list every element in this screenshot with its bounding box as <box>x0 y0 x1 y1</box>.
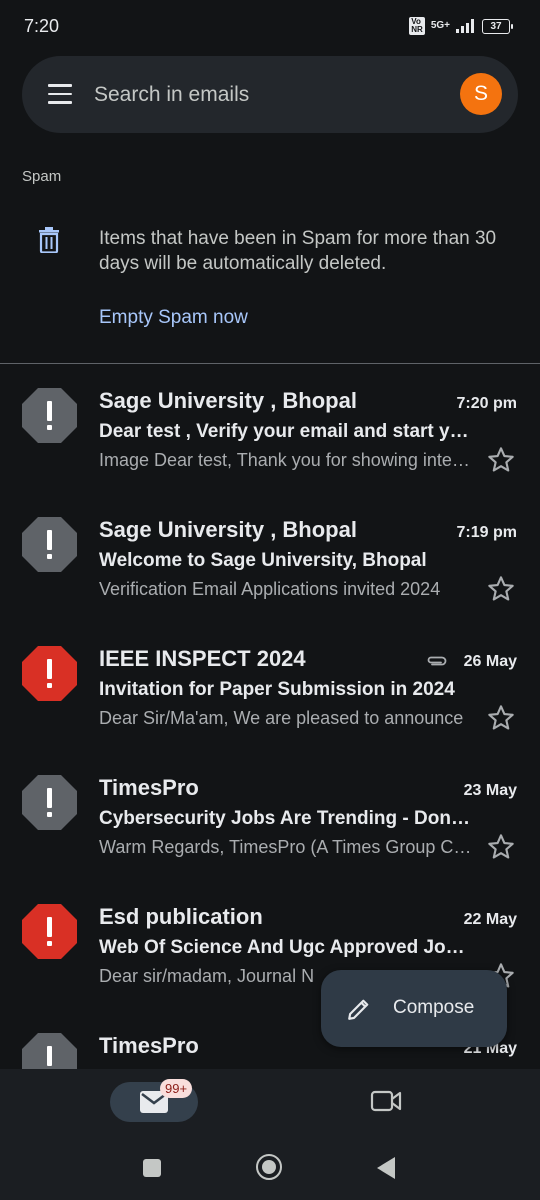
spam-warning-icon <box>22 517 77 572</box>
recents-button[interactable] <box>143 1159 161 1177</box>
email-subject: Invitation for Paper Submission in 2024 <box>99 679 455 700</box>
star-icon[interactable] <box>487 704 515 732</box>
trash-icon <box>39 227 59 253</box>
empty-spam-button[interactable]: Empty Spam now <box>99 307 248 329</box>
signal-icon <box>456 19 474 33</box>
spam-warning-icon <box>22 775 77 830</box>
home-button[interactable] <box>256 1154 282 1180</box>
search-input[interactable]: Search in emails <box>94 83 249 107</box>
spam-notice: Items that have been in Spam for more th… <box>99 228 497 274</box>
email-snippet: Verification Email Applications invited … <box>99 579 441 599</box>
search-bar[interactable]: Search in emails S <box>22 56 518 133</box>
divider <box>0 363 540 364</box>
status-icons: Vo NR 5G+ 37 <box>409 17 513 35</box>
folder-label: Spam <box>22 168 62 185</box>
email-date: 26 May <box>463 653 517 670</box>
email-snippet: Warm Regards, TimesPro (A Times Group Co… <box>99 837 473 857</box>
email-item[interactable]: TimesPro 23 May Cybersecurity Jobs Are T… <box>0 753 540 882</box>
email-subject: Welcome to Sage University, Bhopal <box>99 550 427 571</box>
email-date: 23 May <box>463 782 517 799</box>
spam-danger-icon <box>22 904 77 959</box>
account-avatar[interactable]: S <box>460 73 502 115</box>
star-icon[interactable] <box>487 575 515 603</box>
menu-icon[interactable] <box>48 84 72 104</box>
bottom-navigation: 99+ <box>0 1069 540 1200</box>
email-sender: IEEE INSPECT 2024 <box>99 646 306 671</box>
volte-icon: Vo NR <box>409 17 425 35</box>
email-date: 22 May <box>463 911 517 928</box>
email-item[interactable]: Sage University , Bhopal 7:20 pm Dear te… <box>0 366 540 495</box>
compose-button[interactable]: Compose <box>321 970 507 1047</box>
network-type: 5G+ <box>430 20 450 31</box>
battery-icon: 37 <box>482 18 513 34</box>
spam-danger-icon <box>22 646 77 701</box>
email-sender: Sage University , Bhopal <box>99 388 357 413</box>
pencil-icon <box>348 999 369 1020</box>
email-subject: Cybersecurity Jobs Are Trending - Don't … <box>99 808 473 829</box>
email-sender: Sage University , Bhopal <box>99 517 357 542</box>
email-snippet: Dear Sir/Ma'am, We are pleased to announ… <box>99 708 464 728</box>
star-icon[interactable] <box>487 833 515 861</box>
email-subject: Web Of Science And Ugc Approved Journals <box>99 937 473 958</box>
unread-count-badge: 99+ <box>160 1079 193 1098</box>
email-item[interactable]: IEEE INSPECT 2024 26 May Invitation for … <box>0 624 540 753</box>
email-snippet: Image Dear test, Thank you for showing i… <box>99 450 473 470</box>
email-sender: TimesPro <box>99 1033 199 1058</box>
email-date: 7:20 pm <box>456 395 517 412</box>
email-date: 7:19 pm <box>456 524 517 541</box>
star-icon[interactable] <box>487 446 515 474</box>
attachment-icon <box>427 656 447 666</box>
email-item[interactable]: Sage University , Bhopal 7:19 pm Welcome… <box>0 495 540 624</box>
email-sender: TimesPro <box>99 775 199 800</box>
email-sender: Esd publication <box>99 904 263 929</box>
email-subject: Dear test , Verify your email and start … <box>99 421 473 442</box>
spam-warning-icon <box>22 388 77 443</box>
status-time: 7:20 <box>24 16 60 36</box>
compose-label: Compose <box>393 997 475 1018</box>
back-button[interactable] <box>377 1157 395 1179</box>
video-camera-icon[interactable] <box>370 1089 402 1113</box>
status-bar: 7:20 Vo NR 5G+ 37 <box>0 0 540 52</box>
